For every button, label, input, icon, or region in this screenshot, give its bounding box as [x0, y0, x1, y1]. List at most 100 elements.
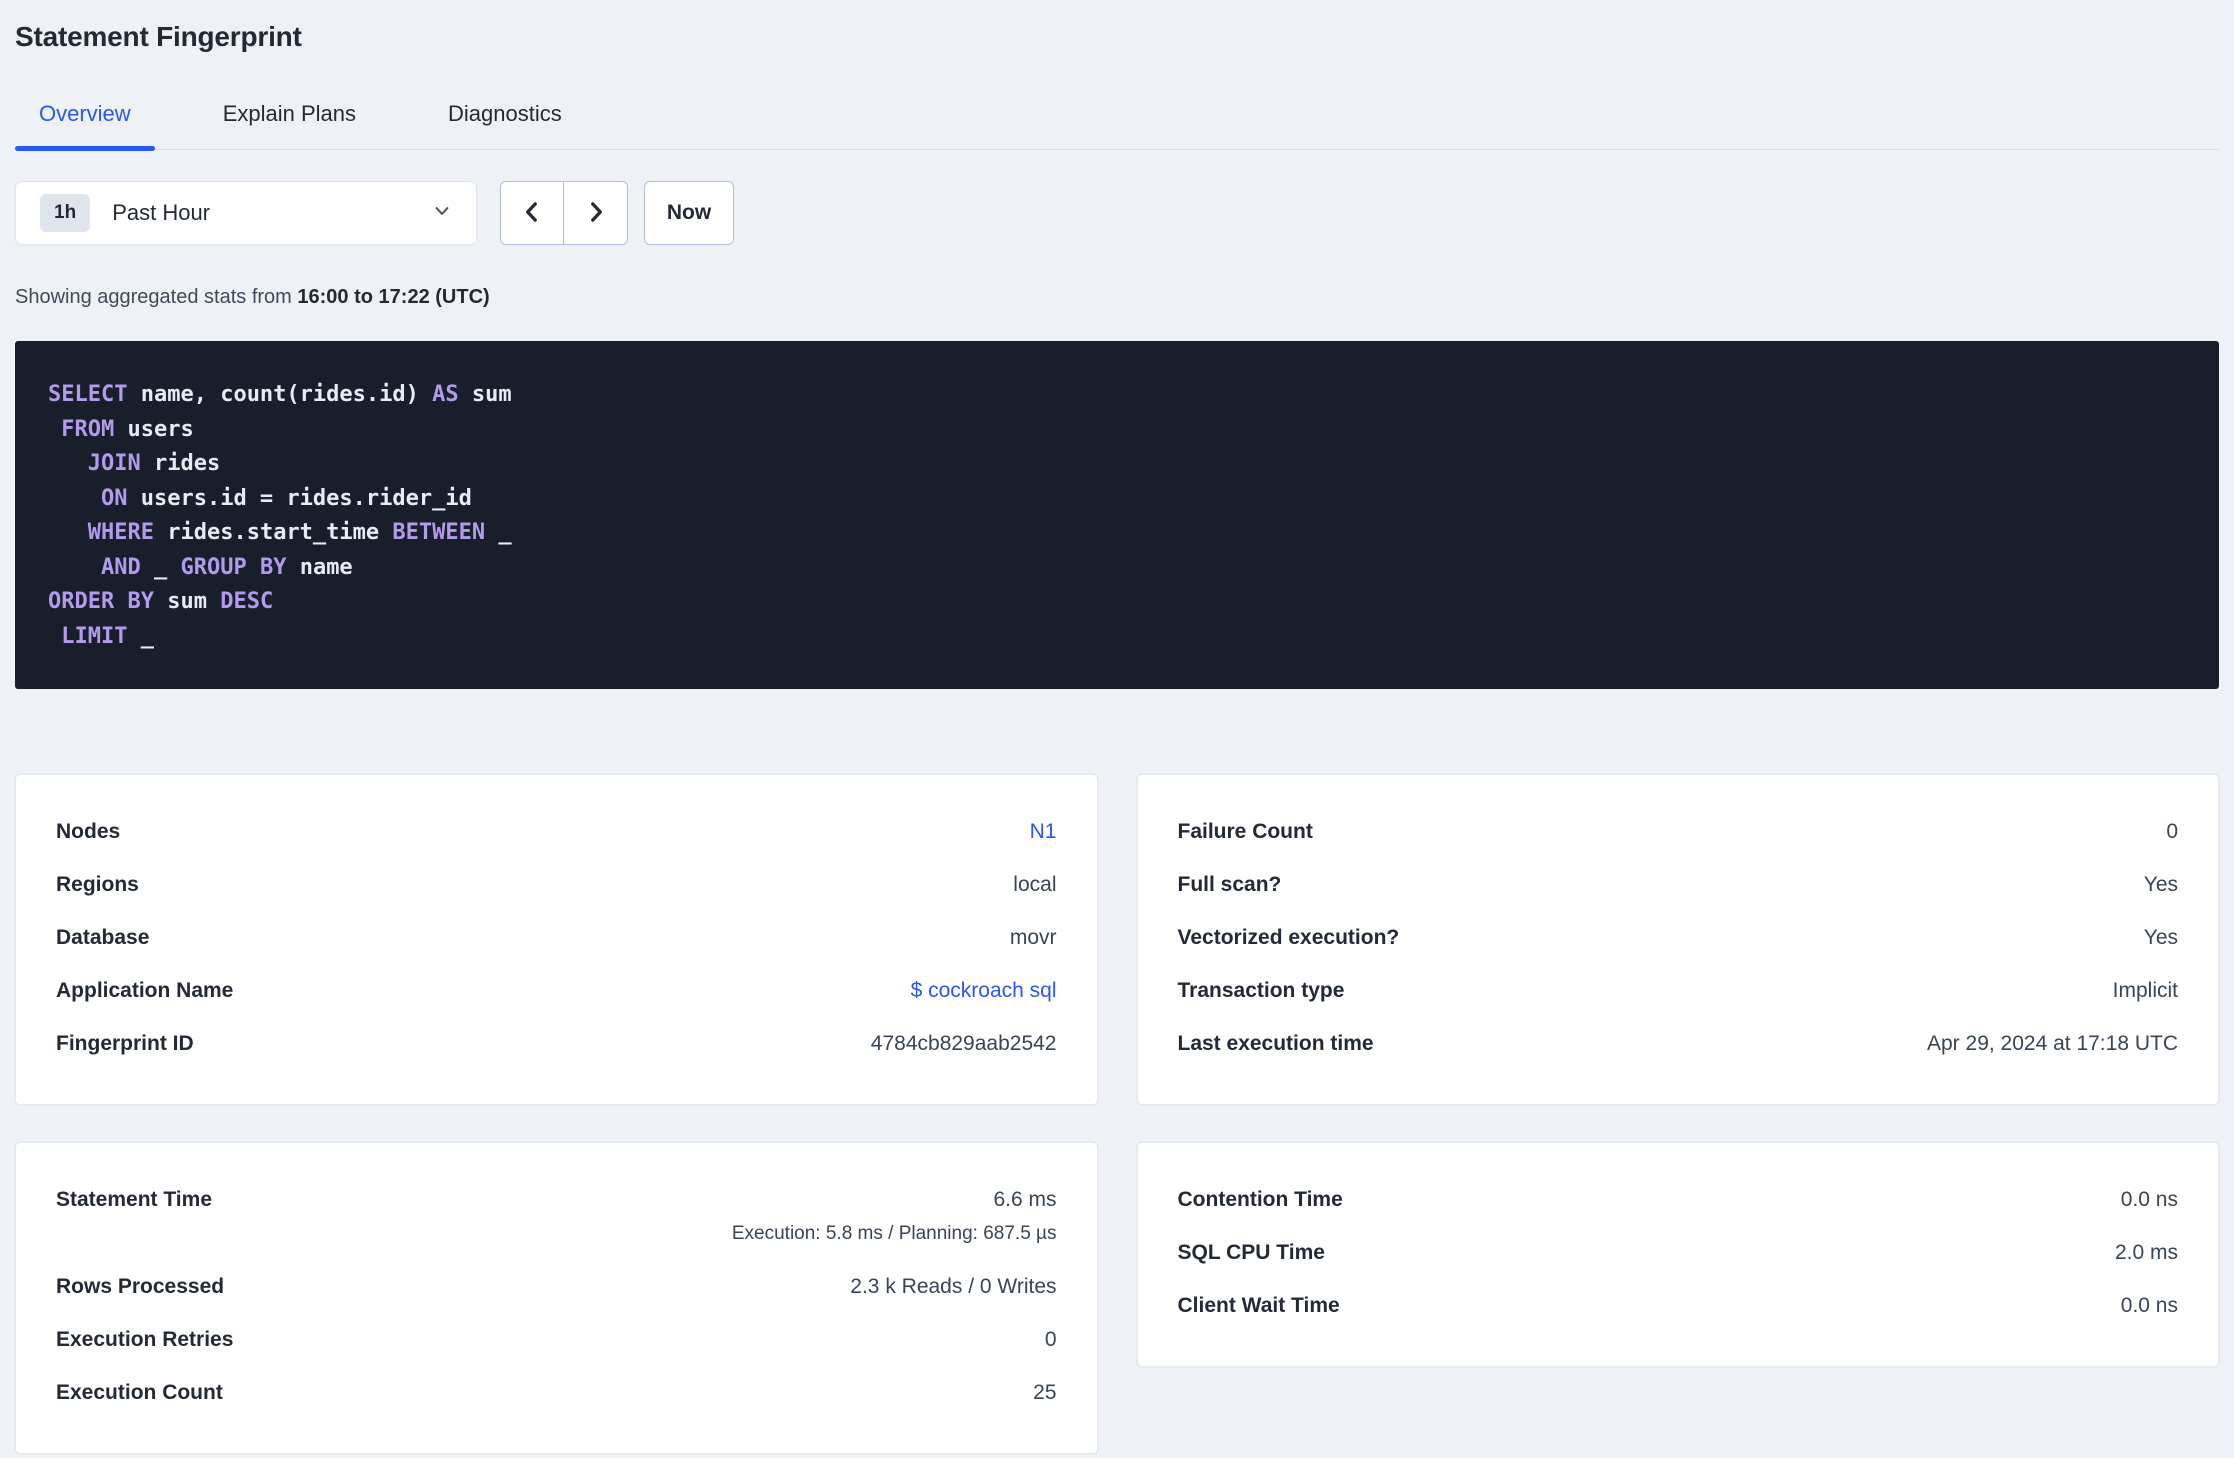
stat-value: Yes	[2143, 873, 2178, 896]
stat-row: Application Name $ cockroach sql	[56, 964, 1057, 1017]
stat-value: 4784cb829aab2542	[870, 1032, 1057, 1055]
summary-cards: Nodes N1 Regions local Database movr Applicati…	[15, 774, 2219, 1454]
stat-value: movr	[1009, 926, 1057, 949]
stat-value-wrap: 0.0 ns	[2121, 1292, 2178, 1319]
stat-value-wrap: 2.3 k Reads / 0 Writes	[850, 1273, 1056, 1300]
sql-token: name, count(rides.id)	[127, 382, 433, 407]
stat-value: 0	[2166, 820, 2178, 843]
stat-row: Rows Processed 2.3 k Reads / 0 Writes	[56, 1260, 1057, 1313]
stat-value-wrap: local	[1013, 871, 1056, 898]
stat-label: Fingerprint ID	[56, 1032, 194, 1055]
sql-token: name	[286, 554, 353, 580]
stat-row: Regions local	[56, 858, 1057, 911]
statement-details-card: Nodes N1 Regions local Database movr Applicati…	[15, 774, 1098, 1105]
sql-line: SELECT name, count(rides.id) AS sum	[48, 378, 2186, 413]
stat-row: Contention Time 0.0 ns	[1178, 1173, 2179, 1226]
sql-token: users.id = rides.rider_id	[127, 485, 472, 511]
stat-value: 0	[1044, 1328, 1057, 1351]
stat-value: 0.0 ns	[2120, 1294, 2178, 1317]
next-time-button[interactable]	[564, 182, 627, 244]
sql-line: AND _ GROUP BY name	[48, 551, 2186, 586]
stat-row: Client Wait Time 0.0 ns	[1178, 1279, 2179, 1332]
stat-value-wrap: 6.6 ms Execution: 5.8 ms / Planning: 687.…	[732, 1186, 1057, 1247]
stat-label: Full scan?	[1177, 873, 1282, 896]
tab-overview[interactable]: Overview	[15, 100, 155, 151]
time-step-buttons	[500, 181, 628, 245]
statement-stats-card: Statement Time 6.6 ms Execution: 5.8 ms / …	[15, 1142, 1098, 1454]
sql-token: rides	[140, 451, 221, 476]
stat-value-wrap: $ cockroach sql	[911, 977, 1057, 1004]
stat-label: Transaction type	[1177, 979, 1345, 1002]
sql-keyword: WHERE	[87, 520, 154, 545]
stat-subvalue: Execution: 5.8 ms / Planning: 687.5 µs	[731, 1223, 1057, 1244]
stat-value-wrap: Yes	[2144, 871, 2178, 898]
stat-label: Application Name	[56, 979, 234, 1002]
stat-row: Execution Retries 0	[56, 1313, 1057, 1366]
stat-value: 0.0 ns	[2120, 1188, 2178, 1211]
stat-value-wrap: Apr 29, 2024 at 17:18 UTC	[1927, 1030, 2178, 1057]
sql-line: LIMIT _	[48, 620, 2186, 655]
sql-keyword: LIMIT	[61, 623, 128, 649]
stat-value-wrap: 25	[1033, 1379, 1056, 1406]
sql-token: _	[127, 623, 154, 649]
stat-label: Statement Time	[56, 1188, 212, 1211]
chevron-down-icon	[432, 201, 452, 226]
sql-keyword: BETWEEN	[392, 520, 486, 545]
tab-explain-plans[interactable]: Explain Plans	[199, 100, 380, 149]
stat-value: 6.6 ms	[993, 1188, 1057, 1211]
stat-value-wrap: N1	[1030, 818, 1057, 845]
stat-row: Full scan? Yes	[1178, 858, 2179, 911]
tab-diagnostics[interactable]: Diagnostics	[424, 100, 586, 149]
stat-label: Last execution time	[1177, 1032, 1374, 1055]
time-range-label: Past Hour	[112, 200, 211, 225]
stat-row: Fingerprint ID 4784cb829aab2542	[56, 1017, 1057, 1070]
stat-label: Regions	[56, 873, 139, 896]
sql-line: WHERE rides.start_time BETWEEN _	[48, 516, 2186, 551]
sql-keyword: AS	[432, 382, 459, 407]
sql-keyword: JOIN	[87, 451, 141, 476]
stat-value-wrap: Implicit	[2113, 977, 2178, 1004]
stat-value: local	[1013, 873, 1057, 896]
sql-line: JOIN rides	[48, 447, 2186, 482]
stat-label: Nodes	[56, 820, 121, 843]
sql-keyword: GROUP BY	[180, 554, 287, 580]
chevron-left-icon	[519, 199, 545, 228]
stat-value-link[interactable]: N1	[1030, 818, 1057, 845]
now-button[interactable]: Now	[644, 181, 734, 245]
previous-time-button[interactable]	[501, 182, 564, 244]
sql-statement-box: SELECT name, count(rides.id) AS sum FROM…	[15, 341, 2219, 689]
tab-bar: Overview Explain Plans Diagnostics	[15, 100, 2219, 151]
timing-stats-card: Contention Time 0.0 ns SQL CPU Time 2.0 ms C…	[1136, 1142, 2219, 1367]
stat-label: Execution Count	[56, 1381, 223, 1404]
sql-line: ORDER BY sum DESC	[48, 585, 2186, 620]
sql-keyword: ON	[100, 485, 128, 511]
sql-keyword: DESC	[220, 589, 274, 614]
stat-value-wrap: 4784cb829aab2542	[871, 1030, 1057, 1057]
stat-value: 25	[1033, 1381, 1057, 1404]
stat-value-wrap: 2.0 ms	[2115, 1239, 2178, 1266]
stat-value-wrap: 0	[2166, 818, 2178, 845]
stat-label: Execution Retries	[56, 1328, 234, 1351]
stat-label: Database	[56, 926, 150, 949]
sql-token: sum	[153, 589, 221, 614]
stat-value-wrap: 0	[1045, 1326, 1057, 1353]
stat-row: Transaction type Implicit	[1178, 964, 2179, 1017]
stat-row: Database movr	[56, 911, 1057, 964]
stat-value: 2.3 k Reads / 0 Writes	[850, 1275, 1057, 1298]
stat-row: Execution Count 25	[56, 1366, 1057, 1419]
stat-value: 2.0 ms	[2114, 1241, 2178, 1264]
stat-value-link[interactable]: $ cockroach sql	[911, 977, 1057, 1004]
stat-value-wrap: 0.0 ns	[2121, 1186, 2178, 1213]
time-range-dropdown[interactable]: 1h Past Hour	[15, 181, 477, 245]
sql-keyword: FROM	[61, 416, 115, 442]
stat-row: Failure Count 0	[1178, 805, 2179, 858]
stat-label: Rows Processed	[56, 1275, 225, 1298]
sql-token: _	[485, 520, 512, 545]
execution-attributes-card: Failure Count 0 Full scan? Yes Vectorized ex…	[1136, 774, 2219, 1105]
